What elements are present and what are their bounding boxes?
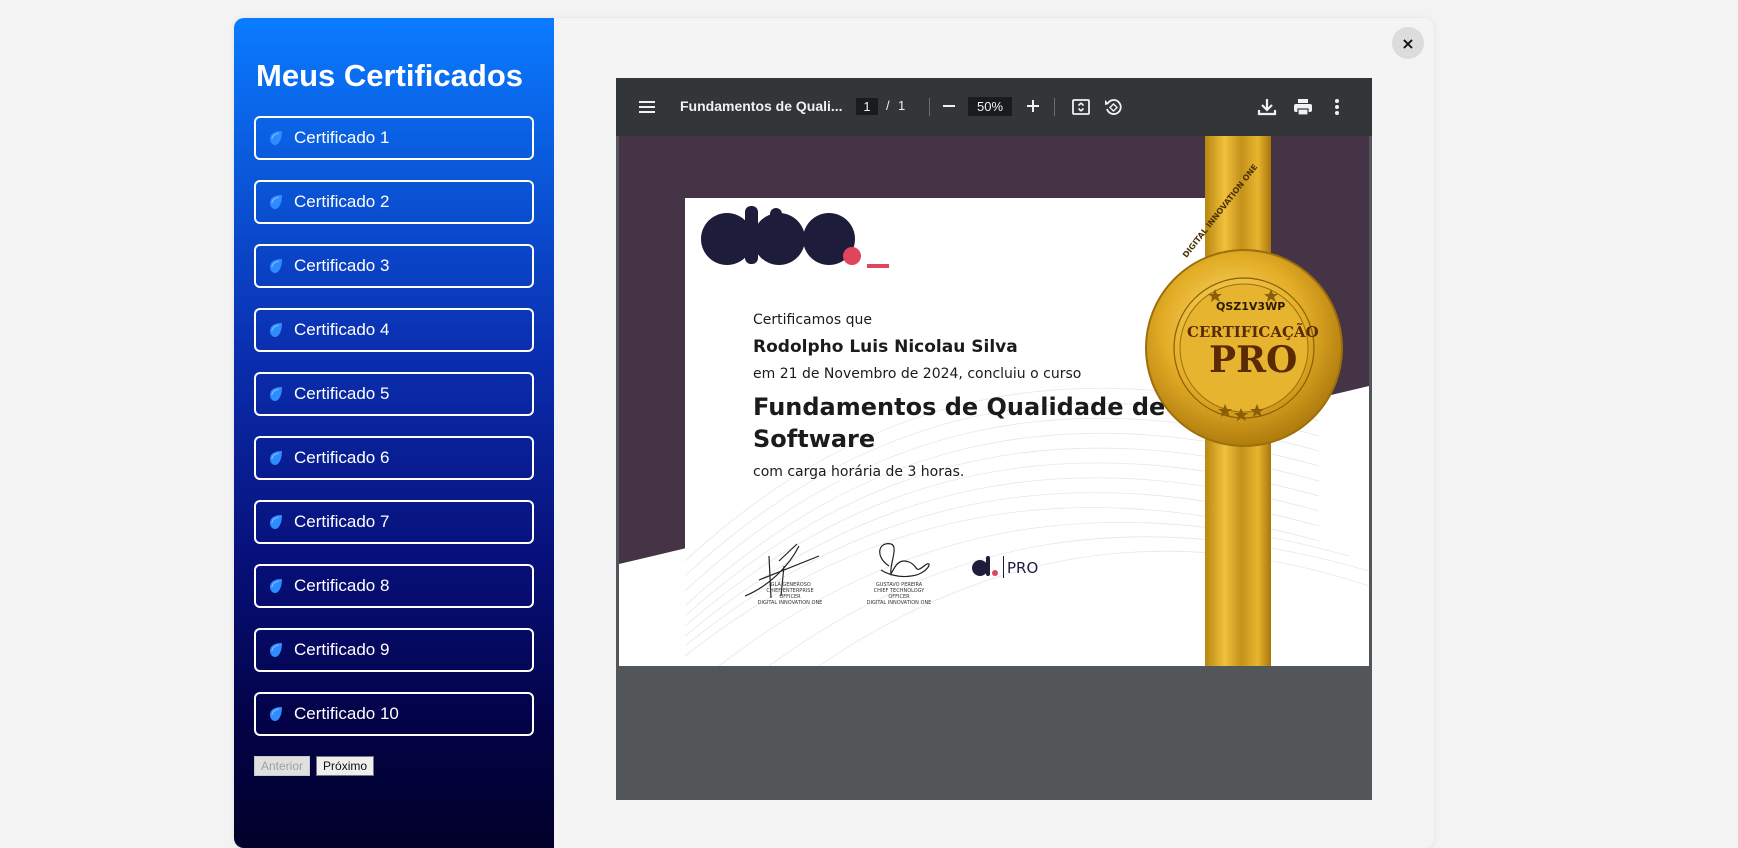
signature-2-org: DIGITAL INNOVATION ONE	[866, 600, 932, 606]
certificate-item-8[interactable]: Certificado 8	[254, 564, 534, 608]
certificate-icon	[270, 195, 282, 209]
certificate-icon	[270, 451, 282, 465]
sidebar: Meus Certificados Certificado 1 Certific…	[234, 18, 554, 848]
certificate-icon	[270, 259, 282, 273]
certificate-item-10[interactable]: Certificado 10	[254, 692, 534, 736]
download-icon[interactable]	[1256, 96, 1278, 118]
zoom-out-icon[interactable]	[941, 98, 957, 114]
certificate-item-7[interactable]: Certificado 7	[254, 500, 534, 544]
certificate-hours: com carga horária de 3 horas.	[753, 464, 965, 480]
certificate-item-label: Certificado 1	[294, 128, 390, 147]
seal-pro: PRO	[1209, 339, 1298, 381]
zoom-input[interactable]: 50%	[968, 97, 1012, 116]
toolbar-divider	[929, 98, 930, 116]
certificate-icon	[270, 323, 282, 337]
signature-2-role: CHIEF TECHNOLOGY OFFICER	[873, 588, 925, 600]
pdf-toolbar: Fundamentos de Quali... 1 / 1 50%	[616, 78, 1372, 136]
signature-1-role: CHIEF ENTERPRISE OFFICER	[766, 588, 814, 600]
signature-1-org: DIGITAL INNOVATION ONE	[757, 600, 823, 606]
certificate-item-label: Certificado 8	[294, 576, 390, 595]
certificate-intro: Certificamos que	[753, 312, 872, 328]
previous-button[interactable]: Anterior	[254, 756, 311, 776]
certificate-icon	[270, 707, 282, 721]
certificate-item-label: Certificado 6	[294, 448, 390, 467]
certificate-item-4[interactable]: Certificado 4	[254, 308, 534, 352]
certificate-item-6[interactable]: Certificado 6	[254, 436, 534, 480]
dio-small-logo	[972, 556, 1004, 578]
signature-2-name: GUSTAVO PEREIRA CHIEF TECHNOLOGY OFFICER…	[864, 582, 934, 606]
certificate-item-5[interactable]: Certificado 5	[254, 372, 534, 416]
footer-pro-label: PRO	[1007, 559, 1039, 577]
certificate-course-line2: Software	[753, 425, 876, 453]
pdf-page: Certificamos que Rodolpho Luis Nicolau S…	[619, 136, 1369, 666]
pdf-viewer: Fundamentos de Quali... 1 / 1 50% Certif…	[616, 78, 1372, 800]
page-number-input[interactable]: 1	[856, 98, 878, 115]
print-icon[interactable]	[1292, 96, 1314, 118]
certificate-item-label: Certificado 10	[294, 704, 399, 723]
certificate-item-9[interactable]: Certificado 9	[254, 628, 534, 672]
certificate-icon	[270, 643, 282, 657]
close-button[interactable]: ×	[1392, 27, 1424, 59]
page-separator: /	[886, 98, 890, 113]
certificate-item-label: Certificado 3	[294, 256, 390, 275]
pdf-title: Fundamentos de Quali...	[680, 98, 843, 114]
signature-2	[879, 543, 930, 578]
page-total: 1	[898, 98, 906, 113]
next-button[interactable]: Próximo	[316, 756, 375, 776]
certificate-icon	[270, 515, 282, 529]
sidebar-title: Meus Certificados	[256, 58, 524, 93]
fit-page-icon[interactable]	[1071, 97, 1091, 117]
certificate-icon	[270, 579, 282, 593]
certificate-item-3[interactable]: Certificado 3	[254, 244, 534, 288]
certificate-item-2[interactable]: Certificado 2	[254, 180, 534, 224]
certificate-item-label: Certificado 4	[294, 320, 390, 339]
pagination: Anterior Próximo	[254, 756, 375, 776]
certificate-date-line: em 21 de Novembro de 2024, concluiu o cu…	[753, 366, 1082, 382]
certificate-icon	[270, 387, 282, 401]
certificate-list: Certificado 1 Certificado 2 Certificado …	[254, 116, 534, 756]
more-options-icon[interactable]	[1332, 97, 1342, 117]
certificate-recipient-name: Rodolpho Luis Nicolau Silva	[753, 337, 1018, 357]
toolbar-divider	[1054, 98, 1055, 116]
signature-1-name: IGLÁ GENEROSO CHIEF ENTERPRISE OFFICER D…	[755, 582, 825, 606]
certificate-item-label: Certificado 5	[294, 384, 390, 403]
certificate-item-label: Certificado 7	[294, 512, 390, 531]
certificate-icon	[270, 131, 282, 145]
menu-icon[interactable]	[638, 98, 656, 116]
certificate-item-label: Certificado 2	[294, 192, 390, 211]
zoom-in-icon[interactable]	[1025, 98, 1041, 114]
certificate-item-1[interactable]: Certificado 1	[254, 116, 534, 160]
rotate-icon[interactable]	[1103, 97, 1123, 117]
seal-code: QSZ1V3WP	[1216, 300, 1286, 313]
certificate-course-line1: Fundamentos de Qualidade de	[753, 393, 1166, 421]
certificate-item-label: Certificado 9	[294, 640, 390, 659]
